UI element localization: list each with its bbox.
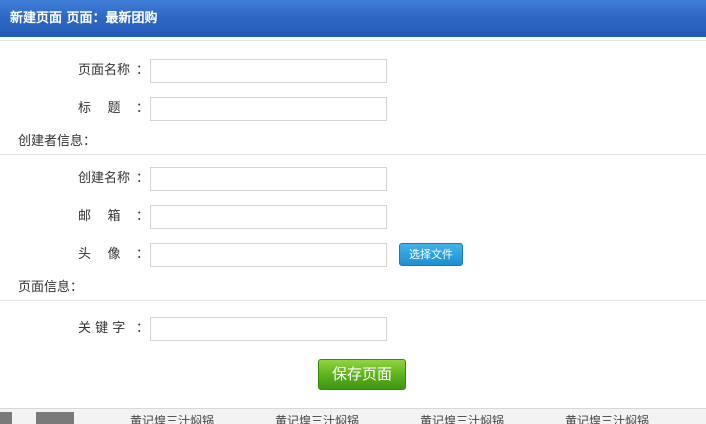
keywords-row: 关 键 字 ： [0, 317, 706, 343]
page-name-colon: ： [136, 63, 150, 78]
title-row: 标 题 ： [0, 97, 706, 123]
keywords-colon: ： [136, 321, 150, 336]
strip-item: 黄记煌三汁焖锅 [275, 414, 360, 424]
avatar-colon: ： [136, 247, 150, 262]
creator-name-input[interactable] [150, 167, 387, 191]
thumbnail-image [36, 412, 74, 424]
keywords-label: 关 键 字 [78, 321, 126, 336]
email-row: 邮 箱 ： [0, 205, 706, 231]
strip-item: 黄记煌三汁焖锅 [565, 414, 650, 424]
page-title: 新建页面 页面：最新团购 [10, 11, 158, 26]
keywords-input[interactable] [150, 317, 387, 341]
page-name-label: 页面名称 [78, 63, 131, 78]
title-input[interactable] [150, 97, 387, 121]
avatar-label: 头 像 [78, 247, 121, 262]
title-label: 标 题 [78, 101, 121, 116]
creator-name-label: 创建名称 [78, 171, 131, 186]
choose-file-button[interactable]: 选择文件 [399, 243, 463, 266]
title-colon: ： [136, 101, 150, 116]
page-title-bar: 新建页面 页面：最新团购 [0, 0, 706, 37]
avatar-path-input[interactable] [150, 243, 387, 267]
page-name-row: 页面名称 ： [0, 59, 706, 85]
creator-name-row: 创建名称 ： [0, 167, 706, 193]
email-input[interactable] [150, 205, 387, 229]
strip-item: 黄记煌三汁焖锅 [130, 414, 215, 424]
email-colon: ： [136, 209, 150, 224]
creator-info-section: 创建者信息： [0, 132, 706, 155]
background-list-strip: 黄记煌三汁焖锅 黄记煌三汁焖锅 黄记煌三汁焖锅 黄记煌三汁焖锅 [0, 408, 706, 424]
creator-name-colon: ： [136, 171, 150, 186]
page-name-input[interactable] [150, 59, 387, 83]
email-label: 邮 箱 [78, 209, 121, 224]
page-info-heading: 页面信息： [18, 280, 84, 295]
thumbnail-image [0, 412, 12, 424]
form-panel: 页面名称 ： 标 题 ： 创建者信息： 创建名称 ： 邮 箱 ： 头 像 ： 选… [0, 40, 706, 409]
strip-item: 黄记煌三汁焖锅 [420, 414, 505, 424]
save-page-button[interactable]: 保存页面 [318, 359, 406, 390]
creator-info-heading: 创建者信息： [18, 134, 97, 149]
avatar-row: 头 像 ： 选择文件 [0, 243, 706, 269]
page-info-section: 页面信息： [0, 278, 706, 301]
